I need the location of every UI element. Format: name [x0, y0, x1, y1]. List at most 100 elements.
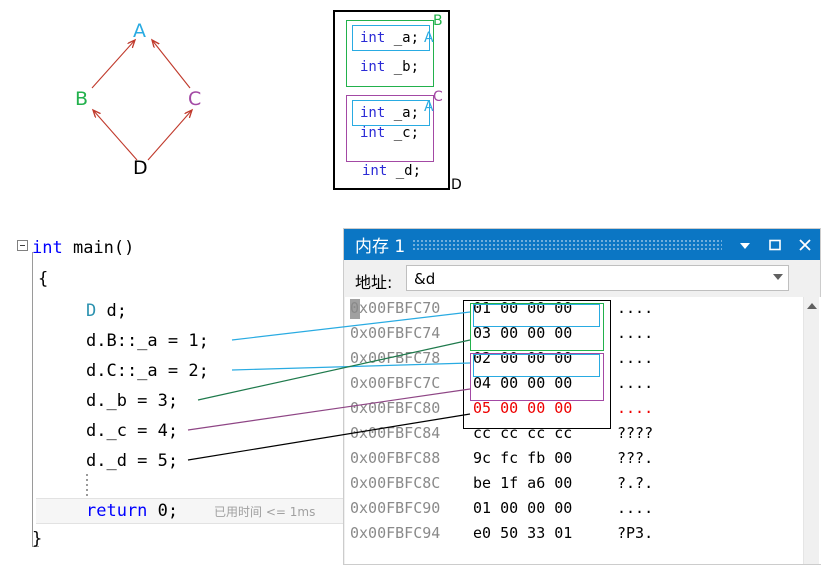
memory-row-address: 0x00FBFC78 [350, 349, 441, 367]
close-icon[interactable] [790, 229, 820, 260]
layout-keyword: int [360, 30, 386, 46]
edge-d-to-b [93, 110, 138, 161]
code-line-decl-d[interactable]: D d; [86, 303, 127, 320]
layout-member-name: _c; [385, 125, 420, 141]
memory-row-address: 0x00FBFC80 [350, 399, 441, 417]
layout-member-d-d: int _d; [362, 164, 421, 178]
code-line-close-brace[interactable]: } [32, 531, 42, 548]
memory-address-bar: 地址: &d » [344, 260, 820, 307]
memory-row-hex[interactable]: e0 50 33 01 [473, 526, 572, 541]
layout-member-b-b: int _b; [360, 60, 419, 74]
memory-row-address: 0x00FBFC84 [350, 424, 441, 442]
chevron-down-icon[interactable] [773, 274, 783, 280]
memory-row[interactable]: 0x00FBFC74 03 00 00 00 .... [345, 322, 821, 347]
memory-row-hex[interactable]: 02 00 00 00 [473, 351, 572, 366]
code-signature-rest: main() [62, 238, 135, 258]
memory-row[interactable]: 0x00FBFC8C be 1f a6 00 ?.?. [345, 472, 821, 497]
memory-row-ascii: .... [617, 299, 654, 317]
memory-row-ascii: .... [617, 399, 654, 417]
layout-label-c: C [433, 89, 443, 105]
layout-keyword: int [360, 59, 386, 75]
code-decl-rest: d; [96, 301, 127, 321]
code-line-return[interactable]: return 0; [86, 503, 178, 520]
code-line-assign-c[interactable]: d._c = 4; [86, 423, 178, 440]
edge-b-to-a [91, 40, 135, 89]
layout-label-b: B [433, 13, 443, 29]
memory-row-ascii: .... [617, 499, 654, 517]
layout-member-name: _d; [387, 163, 422, 179]
layout-keyword: int [362, 163, 388, 179]
memory-row-address: 0x00FBFC90 [350, 499, 441, 517]
memory-row-address: 0x00FBFC8C [350, 474, 441, 492]
memory-scrollbar[interactable] [803, 297, 819, 564]
address-field[interactable]: &d [406, 265, 789, 291]
layout-keyword: int [360, 125, 386, 141]
memory-row-hex[interactable]: be 1f a6 00 [473, 476, 572, 491]
layout-member-name: _a; [385, 105, 420, 121]
address-label: 地址: [355, 273, 393, 292]
memory-row[interactable]: 0x00FBFC70 01 00 00 00 .... [345, 297, 821, 322]
memory-row-ascii: .... [617, 349, 654, 367]
layout-label-d: D [451, 177, 462, 193]
memory-row-address: 0x00FBFC70 [350, 299, 441, 317]
memory-row-hex[interactable]: 01 00 00 00 [473, 301, 572, 316]
edge-c-to-a [152, 40, 191, 89]
maximize-icon[interactable] [760, 229, 790, 260]
layout-member-name: _a; [385, 30, 420, 46]
code-line-signature[interactable]: int main() [32, 240, 134, 257]
class-node-a: A [133, 20, 146, 42]
code-elapsed-time-annotation: 已用时间 <= 1ms [214, 505, 316, 519]
memory-row-ascii: ?P3. [617, 524, 654, 542]
code-line-assign-b[interactable]: d._b = 3; [86, 393, 178, 410]
memory-row-hex[interactable]: 04 00 00 00 [473, 376, 572, 391]
memory-window-titlebar[interactable]: 内存 1 [344, 229, 820, 260]
scroll-up-arrow-icon[interactable] [807, 303, 817, 309]
chevron-down-icon[interactable] [730, 229, 760, 260]
layout-member-c-c: int _c; [360, 126, 419, 140]
memory-window-title: 内存 1 [355, 237, 406, 257]
memory-row-hex[interactable]: 05 00 00 00 [473, 401, 572, 416]
memory-row-address: 0x00FBFC7C [350, 374, 441, 392]
memory-row-hex[interactable]: 03 00 00 00 [473, 326, 572, 341]
inheritance-diagram: A B C D [0, 0, 290, 200]
memory-row[interactable]: 0x00FBFC84 cc cc cc cc ???? [345, 422, 821, 447]
memory-rows-container[interactable]: 0x00FBFC70 01 00 00 00 .... 0x00FBFC74 0… [345, 297, 821, 564]
memory-row-ascii: ?.?. [617, 474, 654, 492]
memory-row[interactable]: 0x00FBFC88 9c fc fb 00 ???. [345, 447, 821, 472]
memory-row-hex[interactable]: 01 00 00 00 [473, 501, 572, 516]
memory-row-hex[interactable]: cc cc cc cc [473, 426, 572, 441]
class-node-b: B [75, 88, 89, 110]
layout-member-name: _b; [385, 59, 420, 75]
code-ellipsis-dots [86, 474, 88, 496]
address-input-value[interactable]: &d [414, 270, 435, 288]
layout-keyword: int [360, 105, 386, 121]
layout-member-b-a: int _a; [360, 31, 419, 45]
memory-row[interactable]: 0x00FBFC78 02 00 00 00 .... [345, 347, 821, 372]
memory-row-ascii: ???. [617, 449, 654, 467]
layout-member-c-a: int _a; [360, 106, 419, 120]
memory-row-changed[interactable]: 0x00FBFC80 05 00 00 00 .... [345, 397, 821, 422]
memory-window: 内存 1 地址: &d » 0x00FBFC70 01 00 00 00 ...… [343, 228, 821, 565]
code-return-rest: 0; [147, 501, 179, 521]
code-line-assign-b-a[interactable]: d.B::_a = 1; [86, 333, 209, 350]
code-line-assign-c-a[interactable]: d.C::_a = 2; [86, 363, 209, 380]
memory-row[interactable]: 0x00FBFC7C 04 00 00 00 .... [345, 372, 821, 397]
memory-row-ascii: .... [617, 374, 654, 392]
memory-row-address: 0x00FBFC94 [350, 524, 441, 542]
memory-row-hex[interactable]: 9c fc fb 00 [473, 451, 572, 466]
code-line-assign-d[interactable]: d._d = 5; [86, 453, 178, 470]
memory-row-address: 0x00FBFC74 [350, 324, 441, 342]
code-keyword-int: int [32, 238, 63, 258]
memory-row[interactable]: 0x00FBFC90 01 00 00 00 .... [345, 497, 821, 522]
titlebar-grip [413, 239, 722, 250]
code-line-open-brace[interactable]: { [38, 271, 48, 288]
code-collapse-toggle[interactable] [17, 240, 28, 251]
code-type-d: D [86, 301, 97, 321]
class-node-c: C [188, 88, 202, 110]
memory-row-ascii: .... [617, 324, 654, 342]
memory-row[interactable]: 0x00FBFC94 e0 50 33 01 ?P3. [345, 522, 821, 547]
class-node-d: D [133, 157, 148, 179]
edge-d-to-c [147, 110, 192, 161]
code-keyword-return: return [86, 501, 148, 521]
memory-row-address: 0x00FBFC88 [350, 449, 441, 467]
